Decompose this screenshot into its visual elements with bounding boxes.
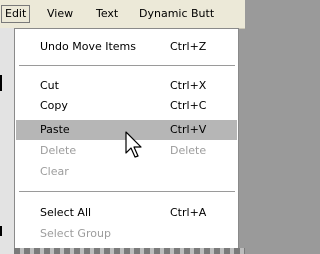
menu-item-shortcut: Ctrl+C <box>170 99 207 112</box>
menu-item-select-group: Select Group <box>16 224 237 244</box>
background-strip <box>0 28 14 254</box>
menu-text[interactable]: Text <box>96 6 118 22</box>
menu-item-shortcut: Ctrl+Z <box>170 40 207 53</box>
menu-separator <box>19 191 235 193</box>
menu-item-label: Paste <box>40 123 70 136</box>
menu-item-undo-move-items[interactable]: Undo Move Items Ctrl+Z <box>16 37 237 57</box>
menu-item-label: Select Group <box>40 227 111 240</box>
menu-item-label: Clear <box>40 165 69 178</box>
menu-dynamic-butt[interactable]: Dynamic Butt <box>139 6 214 22</box>
menu-item-shortcut: Ctrl+A <box>170 206 207 219</box>
menu-view[interactable]: View <box>47 6 73 22</box>
menu-item-select-all[interactable]: Select All Ctrl+A <box>16 203 237 223</box>
menu-item-label: Select All <box>40 206 92 219</box>
background-edge <box>14 248 245 254</box>
background-mark <box>0 226 2 236</box>
menu-item-cut[interactable]: Cut Ctrl+X <box>16 76 237 96</box>
menu-item-clear: Clear <box>16 162 237 182</box>
menu-item-shortcut: Delete <box>170 144 207 157</box>
background-mark <box>0 75 2 91</box>
menu-item-shortcut: Ctrl+X <box>170 79 207 92</box>
menu-bar: Edit View Text Dynamic Butt <box>0 0 245 29</box>
menu-edit[interactable]: Edit <box>1 5 31 23</box>
menu-item-label: Delete <box>40 144 77 157</box>
menu-item-label: Copy <box>40 99 68 112</box>
menu-item-copy[interactable]: Copy Ctrl+C <box>16 96 237 116</box>
edit-menu-dropdown: Undo Move Items Ctrl+Z Cut Ctrl+X Copy C… <box>14 28 239 253</box>
mouse-pointer-icon <box>125 131 142 158</box>
menu-item-shortcut: Ctrl+V <box>170 123 207 136</box>
menu-item-label: Undo Move Items <box>40 40 136 53</box>
menu-separator <box>19 65 235 67</box>
menu-item-label: Cut <box>40 79 59 92</box>
